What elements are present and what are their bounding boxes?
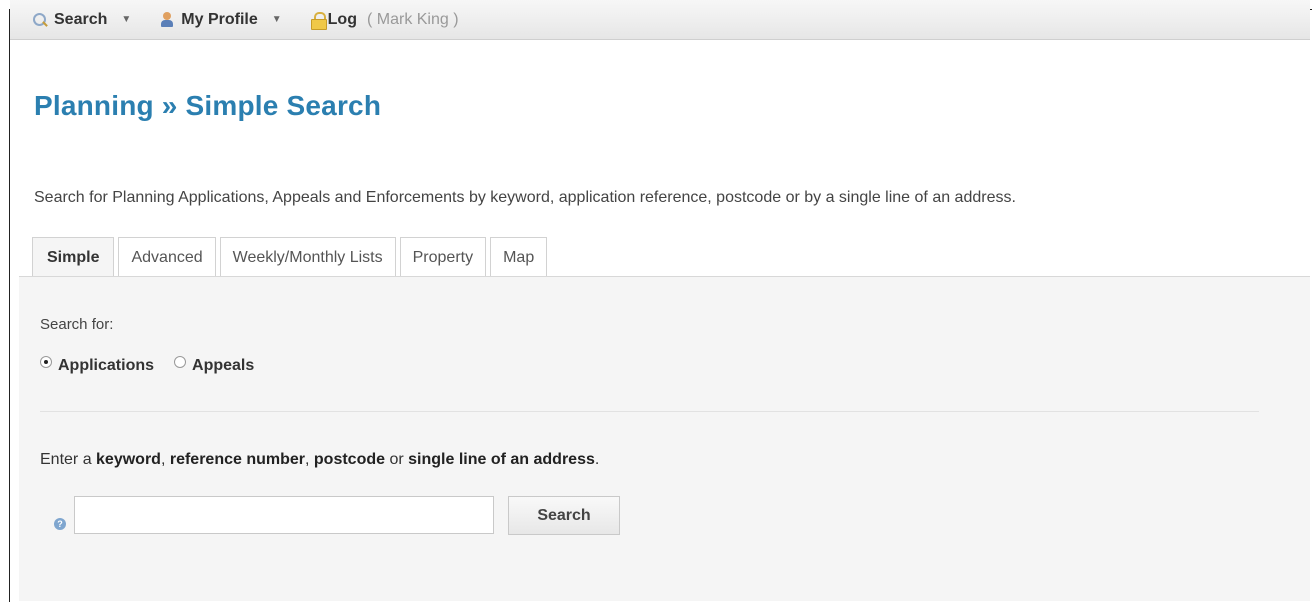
- instruction-keyword: keyword: [96, 451, 161, 468]
- divider: [40, 411, 1259, 412]
- lock-icon: [310, 11, 327, 30]
- search-type-radio-group: Applications Appeals: [40, 356, 274, 375]
- person-icon: [159, 11, 175, 28]
- instruction-text: or: [385, 451, 409, 468]
- search-tabs: Simple Advanced Weekly/Monthly Lists Pro…: [32, 237, 551, 277]
- search-instructions: Enter a keyword, reference number, postc…: [40, 451, 599, 469]
- tab-property[interactable]: Property: [399, 237, 487, 277]
- search-button[interactable]: Search: [508, 496, 620, 535]
- current-user: ( Mark King ): [366, 10, 459, 28]
- instruction-text: ,: [305, 451, 314, 468]
- tab-simple[interactable]: Simple: [32, 237, 115, 277]
- applications-radio-label[interactable]: Applications: [58, 357, 154, 375]
- applications-radio[interactable]: [40, 356, 52, 368]
- appeals-radio-label[interactable]: Appeals: [192, 357, 254, 375]
- logout-link[interactable]: Log: [310, 10, 357, 30]
- search-panel: Search for: Applications Appeals Enter a…: [19, 276, 1310, 601]
- tab-map[interactable]: Map: [490, 237, 548, 277]
- instruction-text: Enter a: [40, 451, 97, 468]
- instruction-reference: reference number: [169, 451, 306, 468]
- tab-advanced[interactable]: Advanced: [118, 237, 216, 277]
- my-profile-menu[interactable]: My Profile ▼: [159, 10, 282, 29]
- instruction-text: ,: [160, 451, 170, 468]
- help-icon[interactable]: ?: [54, 518, 66, 530]
- page-title: Planning » Simple Search: [34, 90, 382, 121]
- instruction-text: .: [594, 451, 600, 468]
- search-icon: [32, 12, 48, 28]
- logout-label: Log: [327, 10, 357, 28]
- search-menu[interactable]: Search ▼: [32, 11, 131, 29]
- chevron-down-icon[interactable]: ▼: [272, 14, 282, 25]
- chevron-down-icon[interactable]: ▼: [121, 14, 131, 25]
- top-nav-bar: Search ▼ My Profile ▼ Log ( Mark King ): [10, 0, 1310, 40]
- appeals-radio[interactable]: [174, 356, 187, 368]
- tab-weekly-monthly-lists[interactable]: Weekly/Monthly Lists: [219, 237, 396, 277]
- search-menu-label: Search: [54, 10, 108, 28]
- search-for-label: Search for:: [40, 316, 114, 333]
- page-intro: Search for Planning Applications, Appeal…: [34, 189, 1016, 206]
- instruction-address: single line of an address: [408, 451, 595, 468]
- instruction-postcode: postcode: [313, 451, 386, 468]
- search-input[interactable]: [74, 496, 494, 534]
- my-profile-label: My Profile: [181, 10, 258, 28]
